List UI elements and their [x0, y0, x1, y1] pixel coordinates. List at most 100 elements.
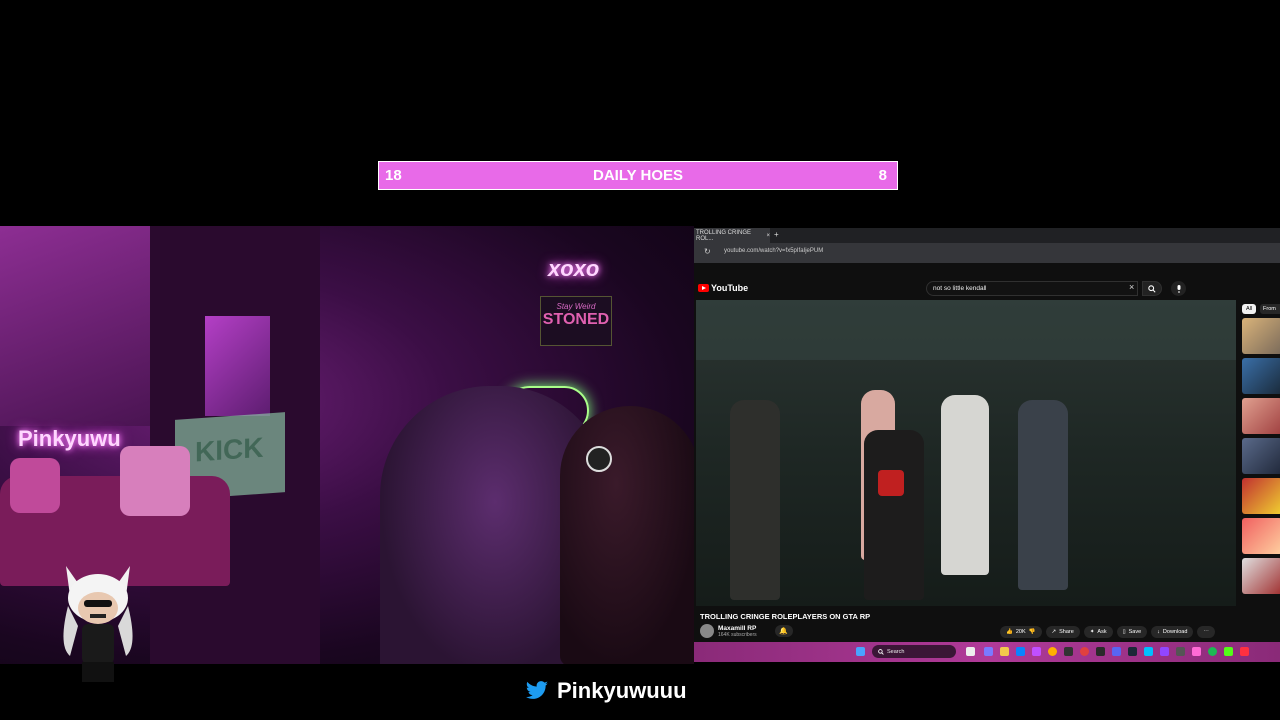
recommended-video-thumbnail[interactable] — [1242, 318, 1280, 354]
ask-button[interactable]: ✦ Ask — [1083, 626, 1113, 638]
stoned-sign-text: STONED — [542, 311, 610, 328]
download-icon: ↓ — [1157, 629, 1160, 635]
taskbar-app-icon[interactable] — [984, 647, 993, 656]
wall-mural — [0, 226, 150, 426]
voice-search-button[interactable] — [1171, 281, 1186, 296]
game-character — [864, 430, 924, 600]
channel-info: Maxamill RP 164K subscribers — [718, 625, 757, 638]
game-character — [1018, 400, 1068, 590]
recommended-video-thumbnail[interactable] — [1242, 518, 1280, 554]
game-character — [941, 395, 989, 575]
taskbar-app-icon[interactable] — [1096, 647, 1105, 656]
thumbs-down-icon[interactable]: 👎 — [1029, 629, 1036, 635]
neon-sign-pinkyuwu: Pinkyuwu — [18, 426, 121, 451]
chip-all[interactable]: All — [1242, 304, 1256, 314]
avatar-character-art — [63, 566, 133, 682]
more-options-button[interactable]: ⋯ — [1197, 626, 1215, 638]
pillow — [10, 458, 60, 513]
browser-tab[interactable]: TROLLING CRINGE ROL... × — [694, 228, 770, 243]
browser-window: TROLLING CRINGE ROL... × + ↻ youtube.com… — [694, 228, 1280, 662]
file-explorer-icon[interactable] — [1000, 647, 1009, 656]
windows-taskbar: Search — [694, 642, 1280, 662]
address-bar[interactable]: ↻ youtube.com/watch?v=fx5pIfaIjePUM — [694, 243, 1280, 263]
counter-left-value: 18 — [385, 167, 402, 184]
kick-logo-text: KICK — [195, 431, 264, 468]
video-player[interactable] — [696, 300, 1236, 606]
discord-icon[interactable] — [1112, 647, 1121, 656]
channel-avatar[interactable] — [700, 624, 714, 638]
taskbar-app-icon[interactable] — [1192, 647, 1201, 656]
youtube-logo[interactable]: YouTube — [698, 283, 748, 293]
recommended-video-thumbnail[interactable] — [1242, 398, 1280, 434]
obs-icon[interactable] — [1080, 647, 1089, 656]
twitter-handle-text: Pinkyuwuuu — [557, 678, 687, 703]
more-icon: ⋯ — [1203, 629, 1209, 635]
sparkle-icon: ✦ — [1089, 629, 1095, 635]
share-button[interactable]: ↗ Share — [1045, 626, 1080, 638]
neon-sign-xoxo: xoxo — [548, 256, 600, 281]
new-tab-icon[interactable]: + — [774, 230, 779, 239]
taskbar-app-icon[interactable] — [1160, 647, 1169, 656]
bookmark-icon: ▯ — [1122, 629, 1126, 635]
pillow — [120, 446, 190, 516]
download-label: Download — [1162, 629, 1188, 635]
recommendations-sidebar: All From — [1242, 300, 1280, 640]
counter-right-value: 8 — [878, 167, 887, 184]
url-text: youtube.com/watch?v=fx5pIfaIjePUM — [724, 248, 824, 254]
wall-art — [205, 316, 270, 416]
tab-close-icon[interactable]: × — [766, 233, 770, 239]
recommended-video-thumbnail[interactable] — [1242, 438, 1280, 474]
spotify-icon[interactable] — [1208, 647, 1217, 656]
channel-name[interactable]: Maxamill RP — [718, 625, 757, 632]
share-icon: ↗ — [1051, 629, 1057, 635]
recommended-video-thumbnail[interactable] — [1242, 558, 1280, 594]
video-actions: 👍 20K 👎 ↗ Share ✦ Ask ▯ Save ↓ Download ⋯ — [1000, 626, 1215, 638]
save-label: Save — [1128, 629, 1142, 635]
like-button[interactable]: 👍 20K 👎 — [1000, 626, 1042, 638]
youtube-logo-text: YouTube — [711, 283, 749, 293]
taskbar-search-label: Search — [887, 648, 905, 655]
recommended-video-thumbnail[interactable] — [1242, 478, 1280, 514]
notification-bell-button[interactable]: 🔔 — [774, 625, 793, 637]
stoned-sign: Stay Weird STONED — [540, 296, 612, 346]
search-input[interactable]: not so little kendall — [926, 281, 1138, 296]
taskbar-app-icon[interactable] — [1032, 647, 1041, 656]
taskbar-app-icon[interactable] — [1144, 647, 1153, 656]
daily-counter-bar: 18 DAILY HOES 8 — [378, 161, 898, 190]
taskbar-search[interactable]: Search — [872, 645, 956, 658]
thumbs-up-icon: 👍 — [1006, 629, 1013, 635]
avatar-character — [48, 556, 148, 686]
clear-search-icon[interactable]: × — [1129, 282, 1134, 292]
twitter-handle: Pinkyuwuuu — [525, 678, 687, 704]
task-view-icon[interactable] — [966, 647, 975, 656]
reload-icon[interactable]: ↻ — [704, 247, 711, 256]
taskbar-app-icon[interactable] — [1064, 647, 1073, 656]
recommended-video-thumbnail[interactable] — [1242, 358, 1280, 394]
chrome-icon[interactable] — [1048, 647, 1057, 656]
kick-app-icon[interactable] — [1224, 647, 1233, 656]
steam-icon[interactable] — [1128, 647, 1137, 656]
taskbar-app-icon[interactable] — [1016, 647, 1025, 656]
chip-from[interactable]: From — [1260, 304, 1280, 314]
microphone-icon — [1177, 284, 1180, 293]
youtube-header: YouTube not so little kendall × — [694, 278, 1280, 300]
taskbar-app-icon[interactable] — [1240, 647, 1249, 656]
streamer-hair — [560, 406, 694, 664]
ask-label: Ask — [1097, 629, 1107, 635]
bell-icon: 🔔 — [779, 628, 788, 635]
taskbar-app-icon[interactable] — [1176, 647, 1185, 656]
scene-ceiling — [696, 300, 1236, 360]
download-button[interactable]: ↓ Download — [1151, 626, 1194, 638]
game-character — [730, 400, 780, 600]
search-button[interactable] — [1142, 281, 1162, 296]
save-button[interactable]: ▯ Save — [1116, 626, 1148, 638]
headphone-logo-icon — [586, 446, 612, 472]
share-label: Share — [1059, 629, 1074, 635]
tab-title: TROLLING CRINGE ROL... — [696, 229, 752, 242]
video-title: TROLLING CRINGE ROLEPLAYERS ON GTA RP — [700, 612, 871, 621]
subscriber-count: 164K subscribers — [718, 631, 757, 638]
start-menu-icon[interactable] — [856, 647, 865, 656]
stoned-sign-top: Stay Weird — [556, 302, 596, 311]
like-count: 20K — [1015, 629, 1026, 635]
search-icon — [1148, 284, 1156, 293]
